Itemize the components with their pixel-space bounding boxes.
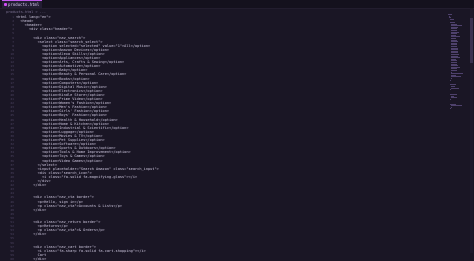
minimap-line bbox=[450, 97, 458, 99]
line-number-gutter: 1 2 3 4 5 6 7 8 9 10 11 12 13 14 15 16 17 18 19 20 21 22 23 24 2… bbox=[0, 15, 14, 261]
minimap-line bbox=[450, 98, 452, 100]
line-number: 60 bbox=[10, 256, 14, 261]
tab-bar: products.html bbox=[0, 0, 474, 9]
minimap-line bbox=[450, 79, 452, 81]
code-line[interactable]: </div> bbox=[16, 183, 46, 187]
minimap-line bbox=[450, 105, 462, 107]
tab-products-html[interactable]: products.html bbox=[2, 0, 42, 8]
vertical-scrollbar[interactable] bbox=[470, 8, 473, 253]
minimap-line bbox=[450, 87, 460, 89]
code-line[interactable]: </div> bbox=[16, 232, 46, 236]
minimap[interactable] bbox=[448, 8, 468, 253]
code-line[interactable]: <div class="header"> bbox=[16, 27, 72, 31]
scrollbar-thumb[interactable] bbox=[470, 18, 473, 63]
minimap-line bbox=[450, 89, 452, 91]
code-editor[interactable]: <html lang="en"> <head> <header> <div cl… bbox=[16, 15, 436, 261]
minimap-line bbox=[451, 76, 461, 78]
code-line[interactable]: </div> bbox=[16, 257, 46, 261]
tab-label: products.html bbox=[8, 2, 40, 7]
code-line[interactable]: </div> bbox=[16, 208, 46, 212]
html-file-icon bbox=[4, 3, 7, 6]
minimap-line bbox=[450, 108, 452, 110]
minimap-line bbox=[449, 18, 454, 20]
